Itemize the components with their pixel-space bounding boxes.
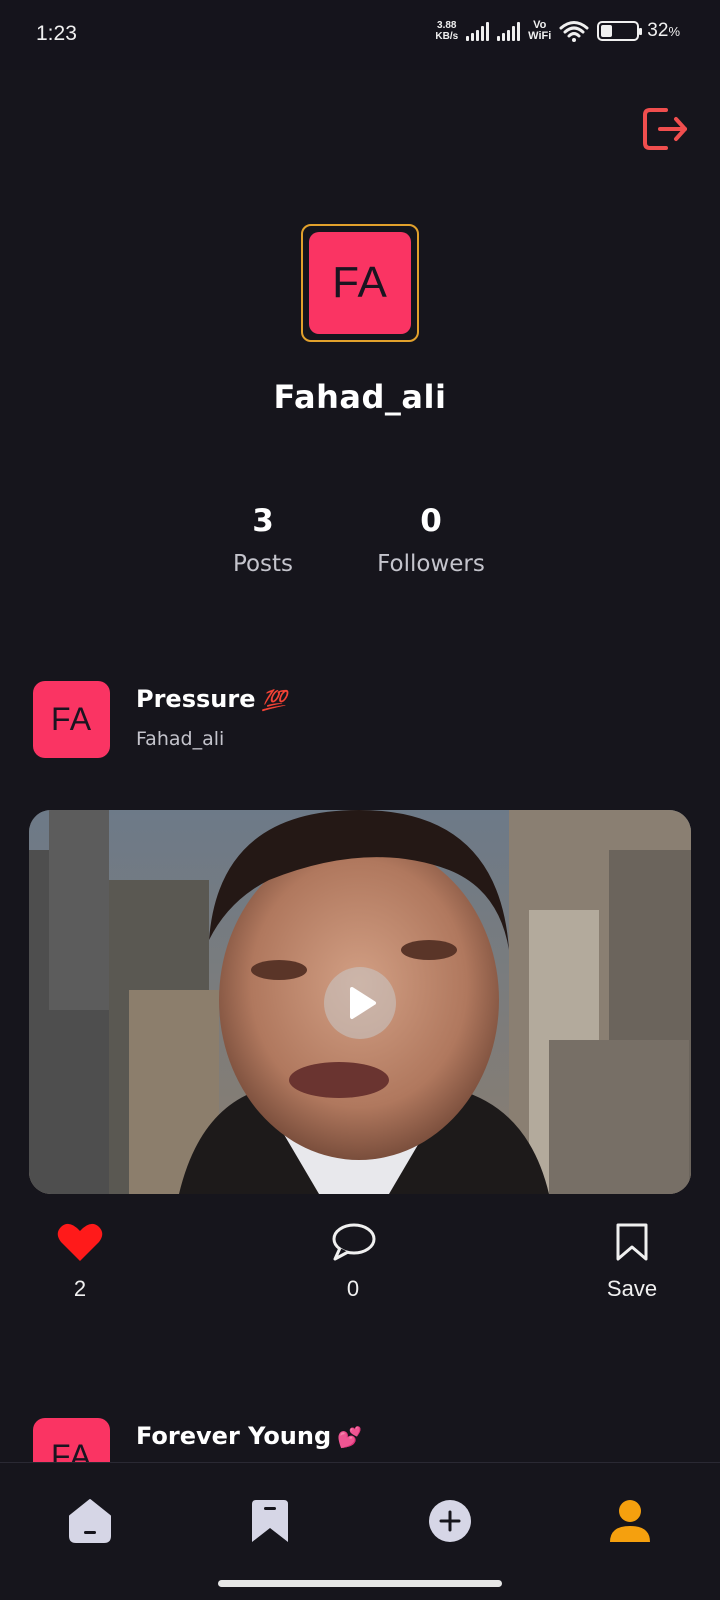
post-video[interactable]	[29, 810, 691, 1194]
like-count: 2	[73, 1276, 87, 1301]
save-label: Save	[606, 1276, 658, 1301]
profile-icon	[610, 1500, 650, 1542]
status-time: 1:23	[36, 22, 77, 45]
bookmark-outline-icon	[616, 1223, 648, 1261]
comment-icon	[332, 1223, 376, 1261]
post-author-name[interactable]: Fahad_ali	[136, 728, 224, 750]
logout-button[interactable]	[640, 104, 690, 154]
stat-followers-value: 0	[420, 503, 442, 539]
stat-posts-label: Posts	[232, 551, 294, 577]
heart-icon	[57, 1223, 103, 1261]
bottom-navigation	[0, 1462, 720, 1572]
comment-button[interactable]: 0	[303, 1222, 403, 1302]
post-author-avatar-2[interactable]: FA	[33, 1418, 110, 1462]
profile-username: Fahad_ali	[273, 378, 447, 416]
home-indicator[interactable]	[218, 1580, 502, 1587]
battery-percent: 32%	[647, 20, 680, 41]
post-title-2: Forever Young 💕	[136, 1422, 363, 1450]
like-button[interactable]: 2	[30, 1222, 130, 1302]
hearts-emoji-icon: 💕	[337, 1425, 363, 1449]
home-icon	[69, 1499, 111, 1543]
stat-followers[interactable]: 0 Followers	[351, 503, 511, 577]
comment-count: 0	[346, 1276, 360, 1301]
vowifi-indicator: Vo WiFi	[528, 19, 552, 42]
nav-home[interactable]	[62, 1493, 118, 1549]
save-button[interactable]: Save	[582, 1222, 682, 1302]
nav-add-post[interactable]	[422, 1493, 478, 1549]
stat-posts-value: 3	[252, 503, 274, 539]
logout-icon	[643, 108, 687, 150]
play-icon	[350, 987, 376, 1019]
profile-avatar-frame[interactable]: FA	[301, 224, 419, 342]
network-speed: 3.88 KB/s	[435, 20, 459, 42]
nav-profile[interactable]	[602, 1493, 658, 1549]
stat-followers-label: Followers	[377, 551, 485, 577]
profile-avatar: FA	[309, 232, 411, 334]
add-icon	[429, 1500, 471, 1542]
nav-saved[interactable]	[242, 1493, 298, 1549]
wifi-icon	[559, 21, 589, 42]
play-button[interactable]	[324, 967, 396, 1039]
battery-icon	[597, 21, 643, 41]
bookmark-icon	[252, 1500, 288, 1542]
status-icons: 3.88 KB/s Vo WiFi 32%	[435, 20, 680, 42]
status-bar: 1:23 3.88 KB/s Vo WiFi 32%	[0, 0, 720, 70]
post-card-2: FA Forever Young 💕	[0, 1400, 720, 1462]
post-title: Pressure 💯	[136, 685, 287, 713]
stat-posts[interactable]: 3 Posts	[183, 503, 343, 577]
battery-fill	[601, 25, 613, 37]
signal-strength-icon-2	[497, 21, 521, 41]
post-author-avatar[interactable]: FA	[33, 681, 110, 758]
hundred-emoji-icon: 💯	[261, 688, 287, 712]
signal-strength-icon	[466, 21, 490, 41]
